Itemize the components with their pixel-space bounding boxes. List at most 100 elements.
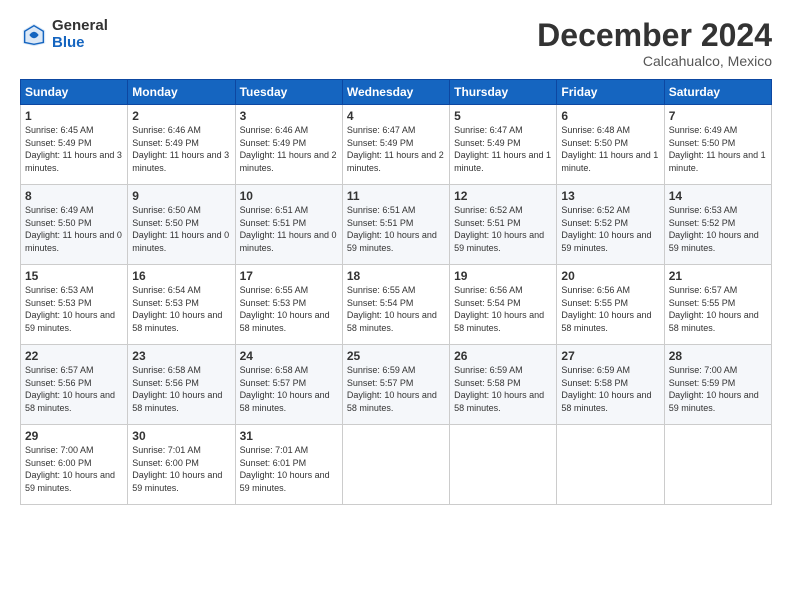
day-number: 29 [25,429,123,443]
page: General Blue December 2024 Calcahualco, … [0,0,792,612]
logo-icon [20,21,48,49]
weekday-header-monday: Monday [128,80,235,105]
location: Calcahualco, Mexico [537,53,772,69]
day-info: Sunrise: 6:48 AMSunset: 5:50 PMDaylight:… [561,124,659,174]
day-number: 10 [240,189,338,203]
day-number: 19 [454,269,552,283]
day-number: 28 [669,349,767,363]
day-number: 31 [240,429,338,443]
weekday-header-wednesday: Wednesday [342,80,449,105]
calendar-cell: 26 Sunrise: 6:59 AMSunset: 5:58 PMDaylig… [450,345,557,425]
logo-text: General Blue [52,18,108,51]
calendar-cell: 11 Sunrise: 6:51 AMSunset: 5:51 PMDaylig… [342,185,449,265]
day-info: Sunrise: 6:55 AMSunset: 5:54 PMDaylight:… [347,284,445,334]
calendar-cell [557,425,664,505]
day-number: 11 [347,189,445,203]
day-info: Sunrise: 6:52 AMSunset: 5:51 PMDaylight:… [454,204,552,254]
weekday-header-sunday: Sunday [21,80,128,105]
day-number: 15 [25,269,123,283]
day-info: Sunrise: 6:53 AMSunset: 5:52 PMDaylight:… [669,204,767,254]
day-info: Sunrise: 7:01 AMSunset: 6:01 PMDaylight:… [240,444,338,494]
calendar-cell: 18 Sunrise: 6:55 AMSunset: 5:54 PMDaylig… [342,265,449,345]
calendar-cell [664,425,771,505]
calendar-cell: 6 Sunrise: 6:48 AMSunset: 5:50 PMDayligh… [557,105,664,185]
logo-blue-text: Blue [52,35,108,52]
calendar-cell: 5 Sunrise: 6:47 AMSunset: 5:49 PMDayligh… [450,105,557,185]
calendar-cell: 17 Sunrise: 6:55 AMSunset: 5:53 PMDaylig… [235,265,342,345]
day-number: 30 [132,429,230,443]
weekday-header-tuesday: Tuesday [235,80,342,105]
logo: General Blue [20,18,108,51]
day-info: Sunrise: 6:58 AMSunset: 5:56 PMDaylight:… [132,364,230,414]
day-number: 3 [240,109,338,123]
day-number: 17 [240,269,338,283]
day-number: 8 [25,189,123,203]
calendar-cell: 24 Sunrise: 6:58 AMSunset: 5:57 PMDaylig… [235,345,342,425]
day-number: 16 [132,269,230,283]
day-info: Sunrise: 6:59 AMSunset: 5:57 PMDaylight:… [347,364,445,414]
calendar-cell: 15 Sunrise: 6:53 AMSunset: 5:53 PMDaylig… [21,265,128,345]
day-number: 26 [454,349,552,363]
weekday-header-thursday: Thursday [450,80,557,105]
calendar-cell: 21 Sunrise: 6:57 AMSunset: 5:55 PMDaylig… [664,265,771,345]
weekday-header-saturday: Saturday [664,80,771,105]
calendar-cell: 1 Sunrise: 6:45 AMSunset: 5:49 PMDayligh… [21,105,128,185]
week-row-5: 29 Sunrise: 7:00 AMSunset: 6:00 PMDaylig… [21,425,772,505]
day-number: 6 [561,109,659,123]
calendar-cell: 23 Sunrise: 6:58 AMSunset: 5:56 PMDaylig… [128,345,235,425]
calendar-cell: 29 Sunrise: 7:00 AMSunset: 6:00 PMDaylig… [21,425,128,505]
day-info: Sunrise: 6:58 AMSunset: 5:57 PMDaylight:… [240,364,338,414]
day-info: Sunrise: 7:00 AMSunset: 5:59 PMDaylight:… [669,364,767,414]
day-number: 20 [561,269,659,283]
day-info: Sunrise: 6:56 AMSunset: 5:55 PMDaylight:… [561,284,659,334]
day-number: 12 [454,189,552,203]
calendar-cell: 27 Sunrise: 6:59 AMSunset: 5:58 PMDaylig… [557,345,664,425]
day-info: Sunrise: 6:51 AMSunset: 5:51 PMDaylight:… [347,204,445,254]
calendar-table: SundayMondayTuesdayWednesdayThursdayFrid… [20,79,772,505]
day-info: Sunrise: 6:49 AMSunset: 5:50 PMDaylight:… [669,124,767,174]
week-row-4: 22 Sunrise: 6:57 AMSunset: 5:56 PMDaylig… [21,345,772,425]
day-info: Sunrise: 6:59 AMSunset: 5:58 PMDaylight:… [454,364,552,414]
weekday-header-friday: Friday [557,80,664,105]
day-info: Sunrise: 6:56 AMSunset: 5:54 PMDaylight:… [454,284,552,334]
day-info: Sunrise: 6:49 AMSunset: 5:50 PMDaylight:… [25,204,123,254]
calendar-cell: 7 Sunrise: 6:49 AMSunset: 5:50 PMDayligh… [664,105,771,185]
day-number: 23 [132,349,230,363]
calendar-cell: 20 Sunrise: 6:56 AMSunset: 5:55 PMDaylig… [557,265,664,345]
calendar-cell: 22 Sunrise: 6:57 AMSunset: 5:56 PMDaylig… [21,345,128,425]
title-block: December 2024 Calcahualco, Mexico [537,18,772,69]
day-info: Sunrise: 6:57 AMSunset: 5:56 PMDaylight:… [25,364,123,414]
calendar-cell: 30 Sunrise: 7:01 AMSunset: 6:00 PMDaylig… [128,425,235,505]
day-info: Sunrise: 6:46 AMSunset: 5:49 PMDaylight:… [132,124,230,174]
day-info: Sunrise: 6:51 AMSunset: 5:51 PMDaylight:… [240,204,338,254]
calendar-cell: 2 Sunrise: 6:46 AMSunset: 5:49 PMDayligh… [128,105,235,185]
month-title: December 2024 [537,18,772,53]
week-row-3: 15 Sunrise: 6:53 AMSunset: 5:53 PMDaylig… [21,265,772,345]
calendar-cell: 3 Sunrise: 6:46 AMSunset: 5:49 PMDayligh… [235,105,342,185]
day-number: 14 [669,189,767,203]
day-number: 2 [132,109,230,123]
day-info: Sunrise: 6:59 AMSunset: 5:58 PMDaylight:… [561,364,659,414]
calendar-cell: 28 Sunrise: 7:00 AMSunset: 5:59 PMDaylig… [664,345,771,425]
day-info: Sunrise: 7:01 AMSunset: 6:00 PMDaylight:… [132,444,230,494]
day-info: Sunrise: 7:00 AMSunset: 6:00 PMDaylight:… [25,444,123,494]
day-info: Sunrise: 6:57 AMSunset: 5:55 PMDaylight:… [669,284,767,334]
week-row-1: 1 Sunrise: 6:45 AMSunset: 5:49 PMDayligh… [21,105,772,185]
day-info: Sunrise: 6:50 AMSunset: 5:50 PMDaylight:… [132,204,230,254]
day-number: 13 [561,189,659,203]
day-number: 21 [669,269,767,283]
day-number: 1 [25,109,123,123]
calendar-cell: 14 Sunrise: 6:53 AMSunset: 5:52 PMDaylig… [664,185,771,265]
calendar-cell: 31 Sunrise: 7:01 AMSunset: 6:01 PMDaylig… [235,425,342,505]
calendar-cell: 16 Sunrise: 6:54 AMSunset: 5:53 PMDaylig… [128,265,235,345]
day-number: 9 [132,189,230,203]
week-row-2: 8 Sunrise: 6:49 AMSunset: 5:50 PMDayligh… [21,185,772,265]
day-info: Sunrise: 6:46 AMSunset: 5:49 PMDaylight:… [240,124,338,174]
calendar-cell: 4 Sunrise: 6:47 AMSunset: 5:49 PMDayligh… [342,105,449,185]
day-number: 18 [347,269,445,283]
calendar-cell [342,425,449,505]
calendar-cell: 9 Sunrise: 6:50 AMSunset: 5:50 PMDayligh… [128,185,235,265]
calendar-cell: 19 Sunrise: 6:56 AMSunset: 5:54 PMDaylig… [450,265,557,345]
calendar-cell: 25 Sunrise: 6:59 AMSunset: 5:57 PMDaylig… [342,345,449,425]
day-info: Sunrise: 6:53 AMSunset: 5:53 PMDaylight:… [25,284,123,334]
